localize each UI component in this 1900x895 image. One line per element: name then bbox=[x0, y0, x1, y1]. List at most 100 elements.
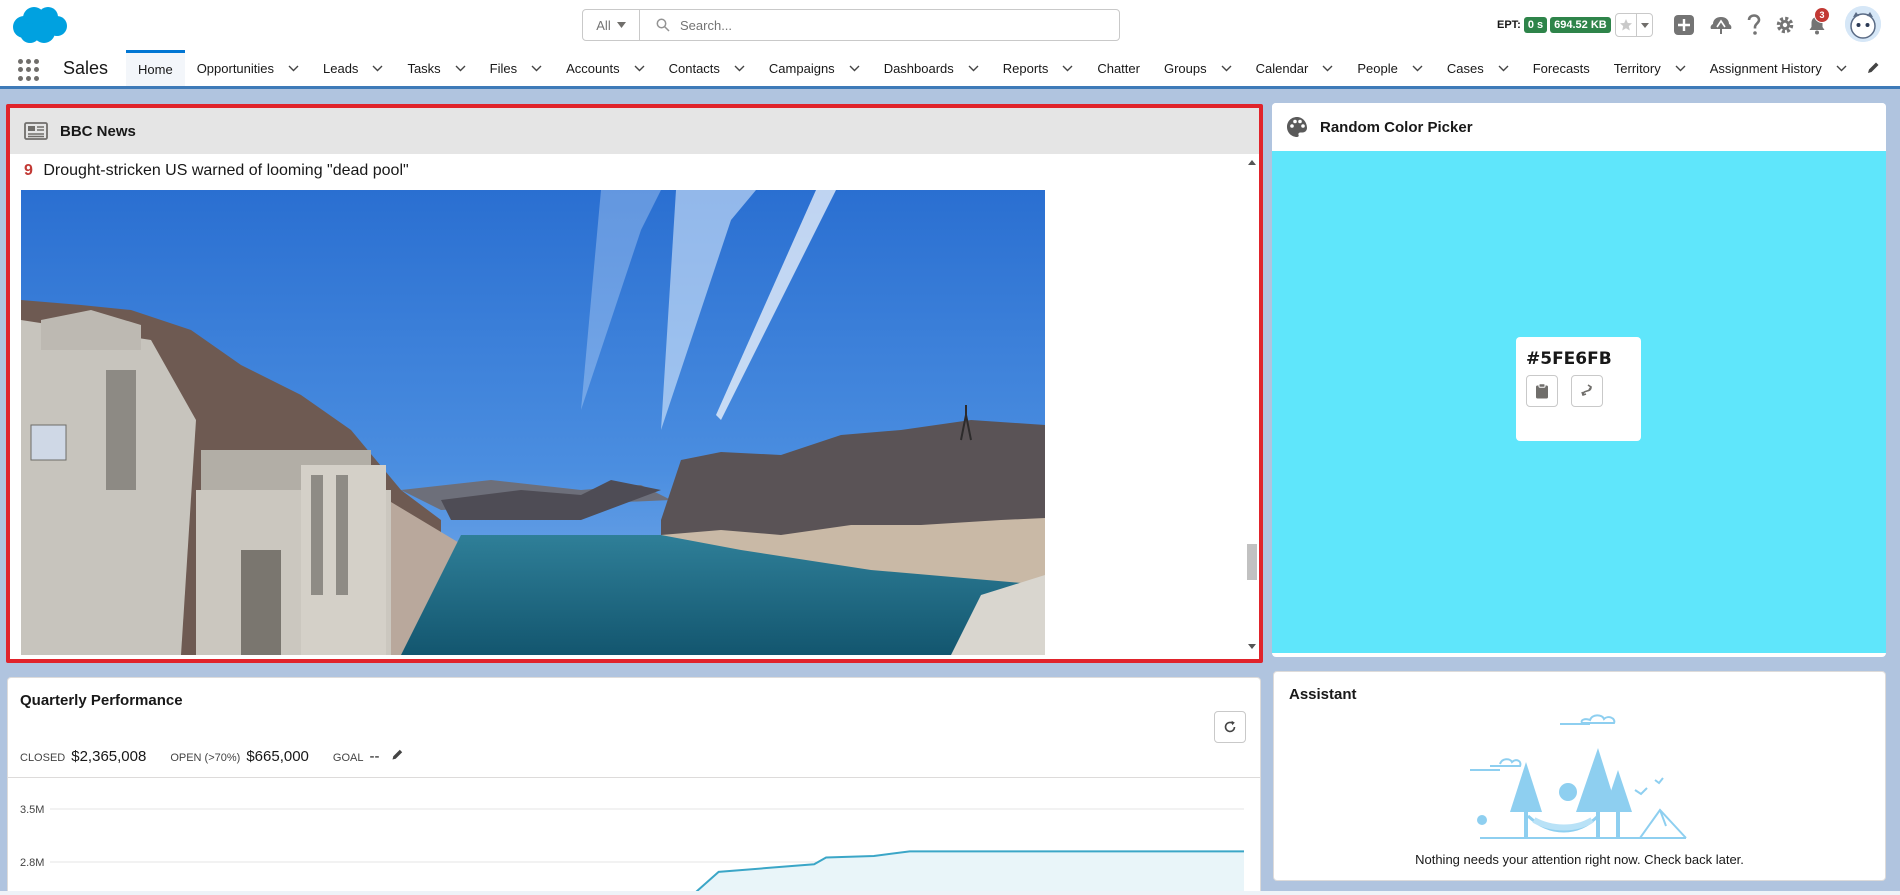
news-story-link[interactable]: 9 Drought-stricken US warned of looming … bbox=[24, 162, 409, 180]
nav-item-reports[interactable]: Reports bbox=[991, 50, 1086, 86]
chevron-down-icon[interactable] bbox=[634, 65, 645, 72]
trailhead-button[interactable] bbox=[1709, 13, 1733, 37]
shuffle-icon bbox=[1581, 384, 1593, 397]
nav-item-chatter[interactable]: Chatter bbox=[1085, 50, 1152, 86]
hammock-illustration bbox=[1470, 714, 1687, 839]
search-field bbox=[640, 10, 1119, 40]
trailhead-icon bbox=[1710, 17, 1732, 34]
edit-goal-pencil-icon[interactable] bbox=[391, 748, 404, 761]
search-input[interactable] bbox=[680, 17, 1100, 33]
chevron-down-icon[interactable] bbox=[1062, 65, 1073, 72]
nav-item-calendar[interactable]: Calendar bbox=[1244, 50, 1346, 86]
chevron-down-icon[interactable] bbox=[1412, 65, 1423, 72]
user-avatar[interactable] bbox=[1845, 6, 1881, 42]
chevron-down-icon[interactable] bbox=[1498, 65, 1509, 72]
bbc-news-card: BBC News 9 Drought-stricken US warned of… bbox=[6, 104, 1263, 663]
random-color-picker-card: Random Color Picker #5FE6FB bbox=[1272, 103, 1886, 657]
nav-item-label: Leads bbox=[323, 60, 359, 76]
chevron-down-icon[interactable] bbox=[734, 65, 745, 72]
refresh-color-button[interactable] bbox=[1571, 375, 1603, 407]
assistant-title: Assistant bbox=[1289, 686, 1357, 703]
astro-avatar-icon bbox=[1845, 6, 1881, 42]
salesforce-logo[interactable] bbox=[10, 5, 68, 45]
global-actions-button[interactable] bbox=[1672, 13, 1696, 37]
nav-item-dashboards[interactable]: Dashboards bbox=[872, 50, 991, 86]
nav-item-label: Assignment History bbox=[1709, 60, 1822, 76]
nav-item-contacts[interactable]: Contacts bbox=[657, 50, 757, 86]
nav-item-home[interactable]: Home bbox=[126, 50, 185, 86]
global-search: All bbox=[582, 9, 1120, 41]
chevron-down-icon[interactable] bbox=[968, 65, 979, 72]
nav-item-label: Calendar bbox=[1255, 60, 1309, 76]
news-scrollbar[interactable] bbox=[1245, 160, 1257, 649]
nav-item-cases[interactable]: Cases bbox=[1435, 50, 1521, 86]
ept-indicator: EPT: 0 s 694.52 KB bbox=[1497, 17, 1611, 33]
search-scope-select[interactable]: All bbox=[583, 10, 640, 40]
nav-item-label: Campaigns bbox=[768, 60, 835, 76]
chevron-down-icon[interactable] bbox=[1836, 65, 1847, 72]
favorites-group bbox=[1615, 13, 1653, 37]
notification-count-badge: 3 bbox=[1814, 7, 1830, 23]
help-button[interactable] bbox=[1742, 13, 1766, 37]
nav-item-assignment-history[interactable]: Assignment History bbox=[1698, 50, 1859, 86]
refresh-icon bbox=[1224, 720, 1236, 733]
chevron-down-icon[interactable] bbox=[1221, 65, 1232, 72]
clipboard-icon bbox=[1536, 383, 1548, 399]
goal-label: GOAL bbox=[332, 752, 364, 764]
chevron-down-icon[interactable] bbox=[372, 65, 383, 72]
nav-item-people[interactable]: People bbox=[1345, 50, 1434, 86]
refresh-performance-button[interactable] bbox=[1214, 711, 1246, 743]
performance-metrics: CLOSED $2,365,008 OPEN (>70%) $665,000 G… bbox=[20, 748, 428, 765]
nav-item-campaigns[interactable]: Campaigns bbox=[757, 50, 872, 86]
nav-item-label: Territory bbox=[1613, 60, 1661, 76]
story-number: 9 bbox=[24, 162, 33, 179]
copy-color-button[interactable] bbox=[1526, 375, 1558, 407]
dam-reservoir-photo bbox=[21, 190, 1045, 655]
nav-item-leads[interactable]: Leads bbox=[311, 50, 395, 86]
open-value: $665,000 bbox=[246, 748, 309, 765]
nav-item-tasks[interactable]: Tasks bbox=[395, 50, 477, 86]
quarterly-performance-card: Quarterly Performance CLOSED $2,365,008 … bbox=[7, 677, 1261, 895]
chevron-down-icon[interactable] bbox=[455, 65, 466, 72]
open-metric: OPEN (>70%) $665,000 bbox=[170, 748, 309, 765]
nav-item-opportunities[interactable]: Opportunities bbox=[185, 50, 311, 86]
bbc-news-title: BBC News bbox=[60, 122, 136, 140]
assistant-message: Nothing needs your attention right now. … bbox=[1415, 852, 1744, 867]
story-headline: Drought-stricken US warned of looming "d… bbox=[43, 162, 409, 179]
chevron-down-icon[interactable] bbox=[1675, 65, 1686, 72]
color-hex-value: #5FE6FB bbox=[1526, 349, 1612, 369]
nav-item-label: People bbox=[1357, 60, 1398, 76]
chevron-down-icon[interactable] bbox=[849, 65, 860, 72]
nav-item-forecasts[interactable]: Forecasts bbox=[1521, 50, 1602, 86]
nav-item-label: Home bbox=[138, 62, 173, 77]
edit-nav-pencil-icon[interactable] bbox=[1866, 61, 1880, 75]
chevron-down-icon[interactable] bbox=[531, 65, 542, 72]
favorite-star-button[interactable] bbox=[1615, 13, 1637, 37]
bbc-news-body: 9 Drought-stricken US warned of looming … bbox=[10, 154, 1259, 655]
nav-item-territory[interactable]: Territory bbox=[1602, 50, 1698, 86]
scroll-down-arrow-icon[interactable] bbox=[1248, 644, 1256, 649]
scroll-up-arrow-icon[interactable] bbox=[1248, 160, 1256, 165]
closed-value: $2,365,008 bbox=[71, 748, 147, 765]
favorites-menu-button[interactable] bbox=[1637, 13, 1653, 37]
closed-area bbox=[692, 851, 1244, 895]
nav-item-accounts[interactable]: Accounts bbox=[554, 50, 656, 86]
color-info-tile: #5FE6FB bbox=[1516, 337, 1641, 441]
quarterly-performance-title: Quarterly Performance bbox=[20, 692, 183, 709]
nav-item-label: Reports bbox=[1002, 60, 1049, 76]
nav-item-label: Forecasts bbox=[1532, 60, 1590, 76]
color-actions bbox=[1526, 375, 1631, 407]
gear-icon bbox=[1776, 16, 1794, 34]
bbc-news-header: BBC News bbox=[10, 108, 1259, 154]
nav-item-label: Accounts bbox=[566, 60, 620, 76]
nav-item-files[interactable]: Files bbox=[478, 50, 554, 86]
nav-item-groups[interactable]: Groups bbox=[1152, 50, 1244, 86]
quarterly-performance-chart: 3.5M 2.8M bbox=[20, 804, 1244, 895]
scroll-thumb[interactable] bbox=[1247, 544, 1257, 580]
global-header: All EPT: 0 s 694.52 KB 3 bbox=[0, 0, 1900, 50]
chevron-down-icon[interactable] bbox=[288, 65, 299, 72]
chevron-down-icon[interactable] bbox=[1322, 65, 1333, 72]
setup-button[interactable] bbox=[1773, 13, 1797, 37]
app-launcher-icon[interactable] bbox=[18, 59, 40, 81]
story-image[interactable] bbox=[21, 190, 1045, 655]
